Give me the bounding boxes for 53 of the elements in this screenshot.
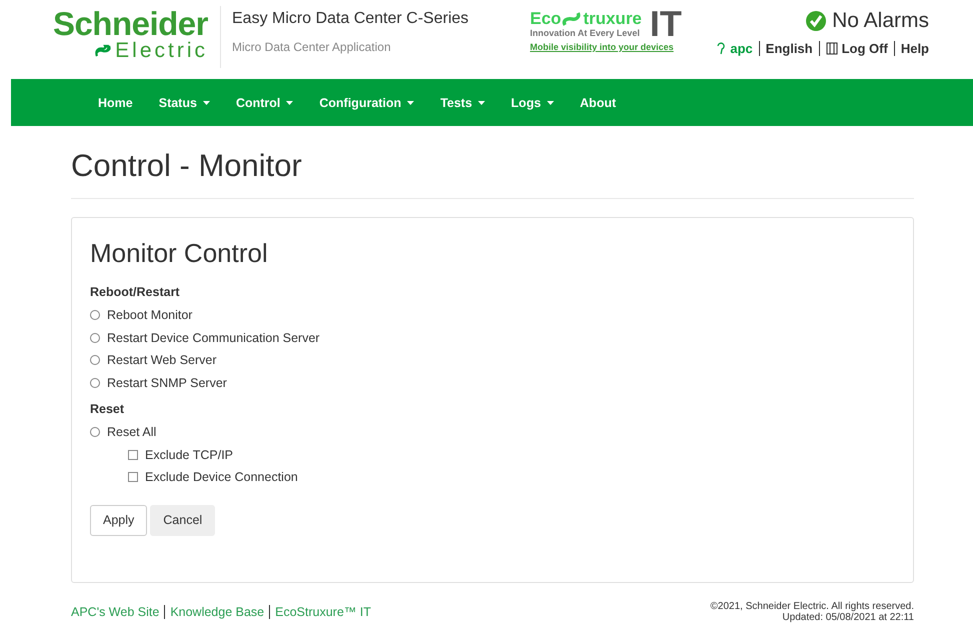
apply-button[interactable]: Apply	[90, 504, 148, 536]
caret-icon	[478, 100, 486, 104]
option-label: Reboot Monitor	[107, 308, 192, 322]
nav-item[interactable]: About	[568, 96, 628, 110]
ecostruxure-logo-icon	[561, 11, 584, 27]
option-label: Restart Web Server	[107, 353, 217, 368]
brand-name: Schneider	[52, 8, 208, 40]
checkbox[interactable]	[128, 450, 138, 460]
checkbox[interactable]	[128, 472, 138, 482]
header-link[interactable]: Help	[900, 41, 929, 56]
page-title: Control - Monitor	[71, 148, 303, 184]
radio-button[interactable]	[90, 332, 100, 343]
option-label: Exclude Device Connection	[145, 470, 298, 484]
ecostruxure-tagline: Innovation At Every Level	[530, 28, 641, 38]
nav-item[interactable]: Logs	[500, 96, 565, 110]
radio-button[interactable]	[90, 378, 100, 388]
nav-item[interactable]: Control	[224, 96, 304, 110]
mobile-visibility-link[interactable]: Mobile visibility into your devices	[530, 42, 710, 52]
ecostruxure-logo-text: Eco	[530, 10, 562, 28]
radio-button[interactable]	[90, 310, 100, 320]
nav-item[interactable]: Home	[87, 96, 144, 110]
panel-title: Monitor Control	[90, 238, 269, 269]
copyright-text: ©2021, Schneider Electric. All rights reserved.	[710, 601, 914, 612]
caret-icon	[546, 100, 554, 104]
alarm-status: No Alarms	[832, 9, 929, 33]
nav-item[interactable]: Status	[148, 96, 221, 110]
radio-button[interactable]	[90, 427, 100, 438]
option-label: Restart SNMP Server	[107, 376, 227, 390]
header-link[interactable]: English	[766, 41, 813, 56]
product-subtitle: Micro Data Center Application	[232, 40, 392, 54]
option-label: Restart Device Communication Server	[107, 330, 320, 345]
check-icon	[805, 10, 828, 32]
ecostruxure-it-text: IT	[650, 8, 682, 40]
section-heading: Reset	[90, 402, 126, 416]
footer-link[interactable]: APC's Web Site	[71, 605, 160, 619]
caret-icon	[407, 100, 414, 104]
footer-link[interactable]: Knowledge Base	[170, 605, 264, 619]
product-title: Easy Micro Data Center C-Series	[232, 10, 470, 28]
caret-icon	[286, 100, 294, 104]
log-off-link[interactable]: Log Off	[842, 41, 888, 56]
option-label: Exclude TCP/IP	[145, 448, 234, 462]
ecostruxure-logo-text: truxure	[583, 10, 642, 28]
option-label: Reset All	[107, 425, 156, 440]
footer-link[interactable]: EcoStruxure™ IT	[275, 605, 372, 619]
caret-icon	[202, 100, 210, 104]
updated-text: Updated: 05/08/2021 at 22:11	[782, 612, 914, 623]
nav-item[interactable]: Configuration	[308, 96, 426, 110]
user-link[interactable]: apc	[730, 41, 753, 56]
section-heading: Reboot/Restart	[90, 285, 181, 299]
radio-button[interactable]	[90, 355, 100, 366]
brand-name: Electric	[115, 40, 208, 62]
nav-item[interactable]: Tests	[429, 96, 496, 110]
cancel-button[interactable]: Cancel	[150, 504, 216, 536]
